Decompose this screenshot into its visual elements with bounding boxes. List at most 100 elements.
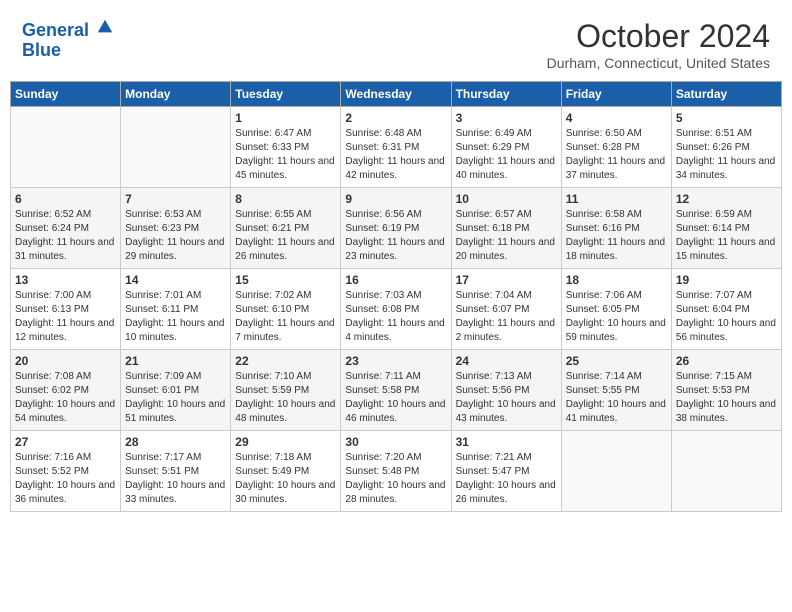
day-info: Sunrise: 6:51 AMSunset: 6:26 PMDaylight:…: [676, 127, 777, 183]
day-cell: 9 Sunrise: 6:56 AMSunset: 6:19 PMDaylight…: [341, 188, 451, 269]
day-info: Sunrise: 7:18 AMSunset: 5:49 PMDaylight:…: [235, 451, 336, 507]
week-row-3: 13 Sunrise: 7:00 AMSunset: 6:13 PMDayligh…: [11, 269, 782, 350]
day-cell: [671, 431, 781, 512]
week-row-5: 27Sunrise: 7:16 AMSunset: 5:52 PMDayligh…: [11, 431, 782, 512]
day-number: 1: [235, 111, 336, 125]
day-cell: 17 Sunrise: 7:04 AMSunset: 6:07 PMDayligh…: [451, 269, 561, 350]
day-info: Sunrise: 7:21 AMSunset: 5:47 PMDaylight:…: [456, 451, 557, 507]
day-number: 3: [456, 111, 557, 125]
day-info: Sunrise: 6:47 AMSunset: 6:33 PMDaylight:…: [235, 127, 336, 183]
day-info: Sunrise: 7:14 AMSunset: 5:55 PMDaylight:…: [566, 370, 667, 426]
day-cell: 3 Sunrise: 6:49 AMSunset: 6:29 PMDaylight…: [451, 107, 561, 188]
day-number: 6: [15, 192, 116, 206]
day-info: Sunrise: 7:01 AMSunset: 6:11 PMDaylight:…: [125, 289, 226, 345]
day-number: 29: [235, 435, 336, 449]
col-header-saturday: Saturday: [671, 82, 781, 107]
day-cell: 21 Sunrise: 7:09 AMSunset: 6:01 PMDayligh…: [121, 350, 231, 431]
day-cell: 22 Sunrise: 7:10 AMSunset: 5:59 PMDayligh…: [231, 350, 341, 431]
day-cell: 20Sunrise: 7:08 AMSunset: 6:02 PMDayligh…: [11, 350, 121, 431]
day-cell: [121, 107, 231, 188]
logo-icon: [96, 18, 114, 36]
day-info: Sunrise: 7:07 AMSunset: 6:04 PMDaylight:…: [676, 289, 777, 345]
day-number: 18: [566, 273, 667, 287]
page-container: General Blue October 2024 Durham, Connec…: [10, 10, 782, 512]
day-info: Sunrise: 7:10 AMSunset: 5:59 PMDaylight:…: [235, 370, 336, 426]
day-info: Sunrise: 7:15 AMSunset: 5:53 PMDaylight:…: [676, 370, 777, 426]
day-cell: 4 Sunrise: 6:50 AMSunset: 6:28 PMDaylight…: [561, 107, 671, 188]
day-cell: 5 Sunrise: 6:51 AMSunset: 6:26 PMDaylight…: [671, 107, 781, 188]
day-cell: 29 Sunrise: 7:18 AMSunset: 5:49 PMDayligh…: [231, 431, 341, 512]
day-info: Sunrise: 7:06 AMSunset: 6:05 PMDaylight:…: [566, 289, 667, 345]
header-row: SundayMondayTuesdayWednesdayThursdayFrid…: [11, 82, 782, 107]
day-info: Sunrise: 6:57 AMSunset: 6:18 PMDaylight:…: [456, 208, 557, 264]
day-cell: 2 Sunrise: 6:48 AMSunset: 6:31 PMDaylight…: [341, 107, 451, 188]
day-number: 24: [456, 354, 557, 368]
day-cell: 19 Sunrise: 7:07 AMSunset: 6:04 PMDayligh…: [671, 269, 781, 350]
calendar-table: SundayMondayTuesdayWednesdayThursdayFrid…: [10, 81, 782, 512]
day-number: 5: [676, 111, 777, 125]
day-number: 31: [456, 435, 557, 449]
day-cell: 12 Sunrise: 6:59 AMSunset: 6:14 PMDayligh…: [671, 188, 781, 269]
day-info: Sunrise: 7:03 AMSunset: 6:08 PMDaylight:…: [345, 289, 446, 345]
day-number: 22: [235, 354, 336, 368]
col-header-thursday: Thursday: [451, 82, 561, 107]
month-title: October 2024: [547, 18, 770, 55]
day-cell: 18 Sunrise: 7:06 AMSunset: 6:05 PMDayligh…: [561, 269, 671, 350]
day-info: Sunrise: 7:09 AMSunset: 6:01 PMDaylight:…: [125, 370, 226, 426]
day-cell: 11Sunrise: 6:58 AMSunset: 6:16 PMDayligh…: [561, 188, 671, 269]
day-number: 19: [676, 273, 777, 287]
day-info: Sunrise: 6:56 AMSunset: 6:19 PMDaylight:…: [345, 208, 446, 264]
col-header-friday: Friday: [561, 82, 671, 107]
day-info: Sunrise: 6:48 AMSunset: 6:31 PMDaylight:…: [345, 127, 446, 183]
week-row-1: 1 Sunrise: 6:47 AMSunset: 6:33 PMDaylight…: [11, 107, 782, 188]
logo-general: General: [22, 20, 89, 40]
day-cell: 27Sunrise: 7:16 AMSunset: 5:52 PMDayligh…: [11, 431, 121, 512]
day-number: 28: [125, 435, 226, 449]
day-info: Sunrise: 6:52 AMSunset: 6:24 PMDaylight:…: [15, 208, 116, 264]
day-cell: 24 Sunrise: 7:13 AMSunset: 5:56 PMDayligh…: [451, 350, 561, 431]
logo: General Blue: [22, 18, 114, 61]
day-info: Sunrise: 7:02 AMSunset: 6:10 PMDaylight:…: [235, 289, 336, 345]
day-cell: 8 Sunrise: 6:55 AMSunset: 6:21 PMDaylight…: [231, 188, 341, 269]
day-number: 21: [125, 354, 226, 368]
day-number: 26: [676, 354, 777, 368]
day-info: Sunrise: 7:17 AMSunset: 5:51 PMDaylight:…: [125, 451, 226, 507]
day-number: 23: [345, 354, 446, 368]
day-number: 9: [345, 192, 446, 206]
day-number: 25: [566, 354, 667, 368]
day-number: 7: [125, 192, 226, 206]
week-row-2: 6 Sunrise: 6:52 AMSunset: 6:24 PMDaylight…: [11, 188, 782, 269]
day-info: Sunrise: 6:59 AMSunset: 6:14 PMDaylight:…: [676, 208, 777, 264]
logo-blue: Blue: [22, 40, 61, 60]
day-number: 16: [345, 273, 446, 287]
day-info: Sunrise: 7:16 AMSunset: 5:52 PMDaylight:…: [15, 451, 116, 507]
day-info: Sunrise: 7:13 AMSunset: 5:56 PMDaylight:…: [456, 370, 557, 426]
day-number: 13: [15, 273, 116, 287]
day-cell: [11, 107, 121, 188]
day-number: 2: [345, 111, 446, 125]
day-cell: 15 Sunrise: 7:02 AMSunset: 6:10 PMDayligh…: [231, 269, 341, 350]
day-number: 4: [566, 111, 667, 125]
day-cell: 6 Sunrise: 6:52 AMSunset: 6:24 PMDaylight…: [11, 188, 121, 269]
day-cell: 28 Sunrise: 7:17 AMSunset: 5:51 PMDayligh…: [121, 431, 231, 512]
day-cell: 23Sunrise: 7:11 AMSunset: 5:58 PMDayligh…: [341, 350, 451, 431]
day-cell: 7Sunrise: 6:53 AMSunset: 6:23 PMDaylight…: [121, 188, 231, 269]
day-number: 17: [456, 273, 557, 287]
day-number: 14: [125, 273, 226, 287]
day-info: Sunrise: 6:55 AMSunset: 6:21 PMDaylight:…: [235, 208, 336, 264]
day-cell: 26 Sunrise: 7:15 AMSunset: 5:53 PMDayligh…: [671, 350, 781, 431]
day-number: 8: [235, 192, 336, 206]
day-info: Sunrise: 6:50 AMSunset: 6:28 PMDaylight:…: [566, 127, 667, 183]
day-number: 15: [235, 273, 336, 287]
day-number: 20: [15, 354, 116, 368]
day-info: Sunrise: 7:00 AMSunset: 6:13 PMDaylight:…: [15, 289, 116, 345]
day-number: 12: [676, 192, 777, 206]
day-info: Sunrise: 6:49 AMSunset: 6:29 PMDaylight:…: [456, 127, 557, 183]
page-header: General Blue October 2024 Durham, Connec…: [10, 10, 782, 75]
day-cell: 10 Sunrise: 6:57 AMSunset: 6:18 PMDayligh…: [451, 188, 561, 269]
day-info: Sunrise: 7:20 AMSunset: 5:48 PMDaylight:…: [345, 451, 446, 507]
col-header-tuesday: Tuesday: [231, 82, 341, 107]
day-cell: [561, 431, 671, 512]
day-number: 10: [456, 192, 557, 206]
day-info: Sunrise: 7:04 AMSunset: 6:07 PMDaylight:…: [456, 289, 557, 345]
